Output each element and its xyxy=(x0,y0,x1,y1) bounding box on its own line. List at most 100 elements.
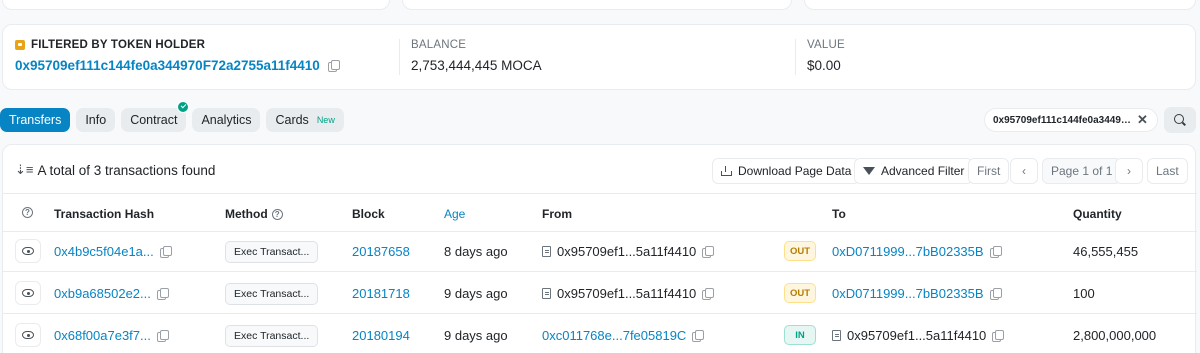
page-label: Page 1 of 1 xyxy=(1051,164,1113,178)
download-button[interactable]: Download Page Data xyxy=(712,158,861,184)
download-icon xyxy=(721,166,732,176)
help-icon[interactable]: ? xyxy=(271,208,283,220)
advanced-filter-button[interactable]: Advanced Filter xyxy=(854,158,974,184)
block-link[interactable]: 20187658 xyxy=(352,244,410,259)
copy-icon[interactable] xyxy=(327,60,340,72)
chevron-left-icon: ‹ xyxy=(1022,164,1026,178)
to-text[interactable]: 0xD0711999...7bB02335B xyxy=(832,286,984,301)
block-text[interactable]: 20181718 xyxy=(352,286,410,301)
row-details-button[interactable] xyxy=(15,239,41,263)
tab-label: Info xyxy=(85,113,107,127)
to-address[interactable]: 0x95709ef1...5a11f4410 xyxy=(832,328,1005,343)
to-text[interactable]: 0x95709ef1...5a11f4410 xyxy=(847,328,986,343)
tx-hash[interactable]: 0xb9a68502e2... xyxy=(54,286,169,301)
col-method-label: Method xyxy=(225,207,268,221)
from-text[interactable]: 0x95709ef1...5a11f4410 xyxy=(557,286,696,301)
quantity-cell: 100 xyxy=(1073,286,1095,301)
block-text[interactable]: 20187658 xyxy=(352,244,410,259)
copy-icon[interactable] xyxy=(702,246,715,258)
balance-label: BALANCE xyxy=(411,39,467,51)
tx-hash-text[interactable]: 0x68f00a7e3f7... xyxy=(54,328,151,343)
to-address[interactable]: 0xD0711999...7bB02335B xyxy=(832,244,1002,259)
copy-icon[interactable] xyxy=(992,330,1005,342)
contract-icon xyxy=(832,330,841,341)
block-link[interactable]: 20181718 xyxy=(352,286,410,301)
transactions-summary: ⇣≡ A total of 3 transactions found xyxy=(15,162,215,178)
first-page-button[interactable]: First xyxy=(968,158,1010,184)
quantity-text: 2,800,000,000 xyxy=(1073,328,1157,343)
col-to-label: To xyxy=(832,207,846,221)
copy-icon[interactable] xyxy=(692,330,705,342)
copy-icon[interactable] xyxy=(156,288,169,300)
to-address[interactable]: 0xD0711999...7bB02335B xyxy=(832,286,1002,301)
method-text: Exec Transact... xyxy=(234,288,310,300)
divider xyxy=(399,39,400,75)
to-text[interactable]: 0xD0711999...7bB02335B xyxy=(832,244,984,259)
tab-label: Cards xyxy=(275,113,309,127)
copy-icon[interactable] xyxy=(989,246,1002,258)
quantity-text: 46,555,455 xyxy=(1073,244,1139,259)
from-address[interactable]: 0xc011768e...7fe05819C xyxy=(542,328,705,343)
divider xyxy=(3,271,1197,272)
balance-column: BALANCE 2,753,444,445 MOCA xyxy=(411,39,542,73)
search-button[interactable] xyxy=(1164,107,1196,133)
filter-label: FILTERED BY TOKEN HOLDER xyxy=(15,39,338,51)
col-age[interactable]: Age xyxy=(444,207,465,221)
block-link[interactable]: 20180194 xyxy=(352,328,410,343)
overview-card xyxy=(2,0,390,10)
age-cell: 8 days ago xyxy=(444,244,508,259)
block-text[interactable]: 20180194 xyxy=(352,328,410,343)
prev-page-button[interactable]: ‹ xyxy=(1010,158,1038,184)
contract-icon xyxy=(542,288,551,299)
holder-address-text[interactable]: 0x95709ef111c144fe0a344970F72a2755a11f44… xyxy=(15,58,320,73)
tx-hash-text[interactable]: 0x4b9c5f04e1a... xyxy=(54,244,154,259)
from-address[interactable]: 0x95709ef1...5a11f4410 xyxy=(542,286,715,301)
tab-analytics[interactable]: Analytics xyxy=(192,108,261,132)
balance-value: 2,753,444,445 MOCA xyxy=(411,58,542,73)
copy-icon[interactable] xyxy=(702,288,715,300)
last-page-button[interactable]: Last xyxy=(1147,158,1188,184)
from-address[interactable]: 0x95709ef1...5a11f4410 xyxy=(542,244,715,259)
tab-cards[interactable]: Cards New xyxy=(266,108,344,132)
direction-text: IN xyxy=(795,329,805,341)
from-text[interactable]: 0x95709ef1...5a11f4410 xyxy=(557,244,696,259)
tx-hash[interactable]: 0x68f00a7e3f7... xyxy=(54,328,169,343)
method-text: Exec Transact... xyxy=(234,246,310,258)
tx-hash-text[interactable]: 0xb9a68502e2... xyxy=(54,286,151,301)
col-quantity: Quantity xyxy=(1073,207,1122,221)
tab-contract[interactable]: Contract xyxy=(121,101,190,132)
copy-icon[interactable] xyxy=(156,330,169,342)
next-page-button[interactable]: › xyxy=(1115,158,1143,184)
age-cell: 9 days ago xyxy=(444,286,508,301)
value-column: VALUE $0.00 xyxy=(807,39,845,73)
tab-info[interactable]: Info xyxy=(76,108,116,132)
first-label: First xyxy=(977,164,1001,178)
copy-icon[interactable] xyxy=(159,246,172,258)
tab-label: Analytics xyxy=(201,113,252,127)
address-filter-chip[interactable]: 0x95709ef111c144fe0a34497... ✕ xyxy=(984,108,1158,132)
direction-text: OUT xyxy=(789,287,811,299)
row-details-button[interactable] xyxy=(15,323,41,347)
verified-check-icon xyxy=(177,101,190,113)
close-icon[interactable]: ✕ xyxy=(1137,112,1148,128)
value-label: VALUE xyxy=(807,39,845,51)
tab-transfers[interactable]: Transfers xyxy=(0,108,71,132)
holder-address[interactable]: 0x95709ef111c144fe0a344970F72a2755a11f44… xyxy=(15,58,340,73)
tx-hash[interactable]: 0x4b9c5f04e1a... xyxy=(54,244,172,259)
col-block: Block xyxy=(352,207,385,221)
tab-label: Transfers xyxy=(9,113,62,127)
copy-icon[interactable] xyxy=(989,288,1002,300)
other-info-card xyxy=(804,0,1196,10)
search-icon xyxy=(1174,114,1186,126)
row-details-button[interactable] xyxy=(15,281,41,305)
col-age-label: Age xyxy=(444,207,466,221)
help-icon[interactable]: ? xyxy=(22,207,33,218)
col-hash-label: Transaction Hash xyxy=(54,207,155,221)
from-text[interactable]: 0xc011768e...7fe05819C xyxy=(542,328,686,343)
method-badge: Exec Transact... xyxy=(225,241,319,263)
direction-badge: OUT xyxy=(784,241,816,261)
chevron-right-icon: › xyxy=(1127,164,1131,178)
age-text: 9 days ago xyxy=(444,328,508,343)
eye-icon xyxy=(22,247,34,255)
col-block-label: Block xyxy=(352,207,385,221)
